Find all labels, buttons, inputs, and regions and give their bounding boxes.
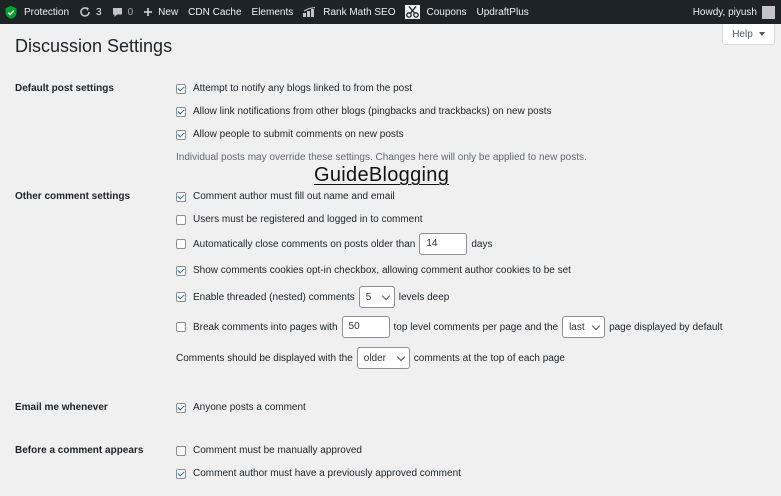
adminbar-cdn-cache[interactable]: CDN Cache xyxy=(183,0,246,24)
option-link-notifications[interactable]: Allow link notifications from other blog… xyxy=(176,106,552,117)
option-auto-close[interactable]: Automatically close comments on posts ol… xyxy=(176,233,492,255)
adminbar-updraftplus-label: UpdraftPlus xyxy=(476,6,529,18)
adminbar-comments-count: 0 xyxy=(127,6,134,18)
section-label-other-comment: Other comment settings xyxy=(15,191,131,202)
anyone-posts-checkbox[interactable] xyxy=(176,402,186,413)
shield-icon xyxy=(5,5,17,19)
adminbar-coupons[interactable]: Coupons xyxy=(400,0,471,24)
option-anyone-posts[interactable]: Anyone posts a comment xyxy=(176,402,306,413)
default-page-select[interactable]: last xyxy=(562,316,606,338)
adminbar-protection-label: Protection xyxy=(24,6,70,18)
auto-close-days-unit: days xyxy=(471,238,493,250)
adminbar-new[interactable]: New xyxy=(138,0,183,24)
previously-approved-checkbox[interactable] xyxy=(176,468,186,479)
chevron-down-icon xyxy=(591,321,601,330)
order-suffix: comments at the top of each page xyxy=(413,352,565,364)
auto-close-days-input[interactable]: 14 xyxy=(419,233,468,255)
cookies-checkbox[interactable] xyxy=(176,265,186,276)
option-allow-comments[interactable]: Allow people to submit comments on new p… xyxy=(176,129,404,140)
author-fill-label: Comment author must fill out name and em… xyxy=(193,191,395,202)
adminbar-comments[interactable]: 0 xyxy=(107,0,139,24)
option-author-fill[interactable]: Comment author must fill out name and em… xyxy=(176,191,395,202)
adminbar-updates[interactable]: 3 xyxy=(74,0,107,24)
adminbar-rank-math-label: Rank Math SEO xyxy=(323,6,396,18)
allow-comments-label: Allow people to submit comments on new p… xyxy=(193,129,404,140)
notify-blogs-checkbox[interactable] xyxy=(176,83,186,94)
refresh-icon xyxy=(80,7,90,17)
avatar xyxy=(762,5,775,19)
adminbar-elements[interactable]: Elements xyxy=(247,0,299,24)
thread-depth-select[interactable]: 5 xyxy=(358,286,395,308)
comment-order-value: older xyxy=(363,352,387,364)
admin-bar: Protection 3 0 New CDN Cache Elements Ra… xyxy=(0,0,781,24)
section-label-before-comment: Before a comment appears xyxy=(15,445,144,456)
adminbar-updates-count: 3 xyxy=(96,6,102,18)
option-notify-blogs[interactable]: Attempt to notify any blogs linked to fr… xyxy=(176,83,412,94)
option-registered[interactable]: Users must be registered and logged in t… xyxy=(176,214,423,225)
option-order: Comments should be displayed with the ol… xyxy=(176,347,565,369)
adminbar-protection[interactable]: Protection xyxy=(0,0,74,24)
auto-close-label: Automatically close comments on posts ol… xyxy=(193,238,416,250)
adminbar-rank-math[interactable]: Rank Math SEO xyxy=(298,0,400,24)
anyone-posts-label: Anyone posts a comment xyxy=(193,402,306,413)
adminbar-updraftplus[interactable]: UpdraftPlus xyxy=(472,0,534,24)
watermark-text: GuideBlogging xyxy=(314,164,450,186)
section-label-default-post: Default post settings xyxy=(15,83,114,94)
chevron-down-icon xyxy=(381,291,391,300)
threaded-label: Enable threaded (nested) comments xyxy=(193,291,355,303)
author-fill-checkbox[interactable] xyxy=(176,191,186,202)
paged-checkbox[interactable] xyxy=(176,322,186,332)
link-notifications-checkbox[interactable] xyxy=(176,106,186,117)
manual-approval-label: Comment must be manually approved xyxy=(193,445,362,456)
default-post-description: Individual posts may override these sett… xyxy=(176,152,587,163)
adminbar-elements-label: Elements xyxy=(251,6,294,18)
registered-label: Users must be registered and logged in t… xyxy=(193,214,423,225)
manual-approval-checkbox[interactable] xyxy=(176,445,186,456)
option-paged[interactable]: Break comments into pages with 50 top le… xyxy=(176,316,722,338)
comment-order-select[interactable]: older xyxy=(356,347,410,369)
option-threaded[interactable]: Enable threaded (nested) comments 5 leve… xyxy=(176,286,449,308)
order-label: Comments should be displayed with the xyxy=(176,352,353,364)
adminbar-coupons-label: Coupons xyxy=(426,6,467,18)
adminbar-account[interactable]: Howdy, piyush xyxy=(688,0,781,24)
registered-checkbox[interactable] xyxy=(176,214,186,225)
adminbar-cdn-cache-label: CDN Cache xyxy=(188,6,242,18)
comments-per-page-input[interactable]: 50 xyxy=(341,316,390,338)
howdy-text: Howdy, piyush xyxy=(692,6,757,18)
page-title: Discussion Settings xyxy=(15,36,173,56)
auto-close-checkbox[interactable] xyxy=(176,239,186,249)
option-cookies[interactable]: Show comments cookies opt-in checkbox, a… xyxy=(176,265,571,276)
plus-icon xyxy=(144,8,153,16)
option-manual-approval[interactable]: Comment must be manually approved xyxy=(176,445,362,456)
help-label: Help xyxy=(732,28,753,40)
cookies-label: Show comments cookies opt-in checkbox, a… xyxy=(193,265,571,276)
chevron-down-icon xyxy=(396,352,406,361)
adminbar-new-label: New xyxy=(158,6,179,18)
chart-icon xyxy=(303,7,316,17)
comment-icon xyxy=(112,7,122,17)
paged-label: Break comments into pages with xyxy=(193,321,338,333)
allow-comments-checkbox[interactable] xyxy=(176,129,186,140)
previously-approved-label: Comment author must have a previously ap… xyxy=(193,468,461,479)
thread-depth-value: 5 xyxy=(365,291,372,303)
link-notifications-label: Allow link notifications from other blog… xyxy=(193,106,552,117)
scissors-icon xyxy=(405,5,421,19)
notify-blogs-label: Attempt to notify any blogs linked to fr… xyxy=(193,83,413,94)
paged-suffix: page displayed by default xyxy=(609,321,723,333)
default-page-value: last xyxy=(569,321,585,333)
help-tab-button[interactable]: Help xyxy=(722,24,775,45)
option-previously-approved[interactable]: Comment author must have a previously ap… xyxy=(176,468,461,479)
caret-down-icon xyxy=(758,32,765,36)
paged-mid-label: top level comments per page and the xyxy=(393,321,559,333)
section-label-email-me: Email me whenever xyxy=(15,402,108,413)
threaded-suffix: levels deep xyxy=(398,291,450,303)
threaded-checkbox[interactable] xyxy=(176,292,186,302)
